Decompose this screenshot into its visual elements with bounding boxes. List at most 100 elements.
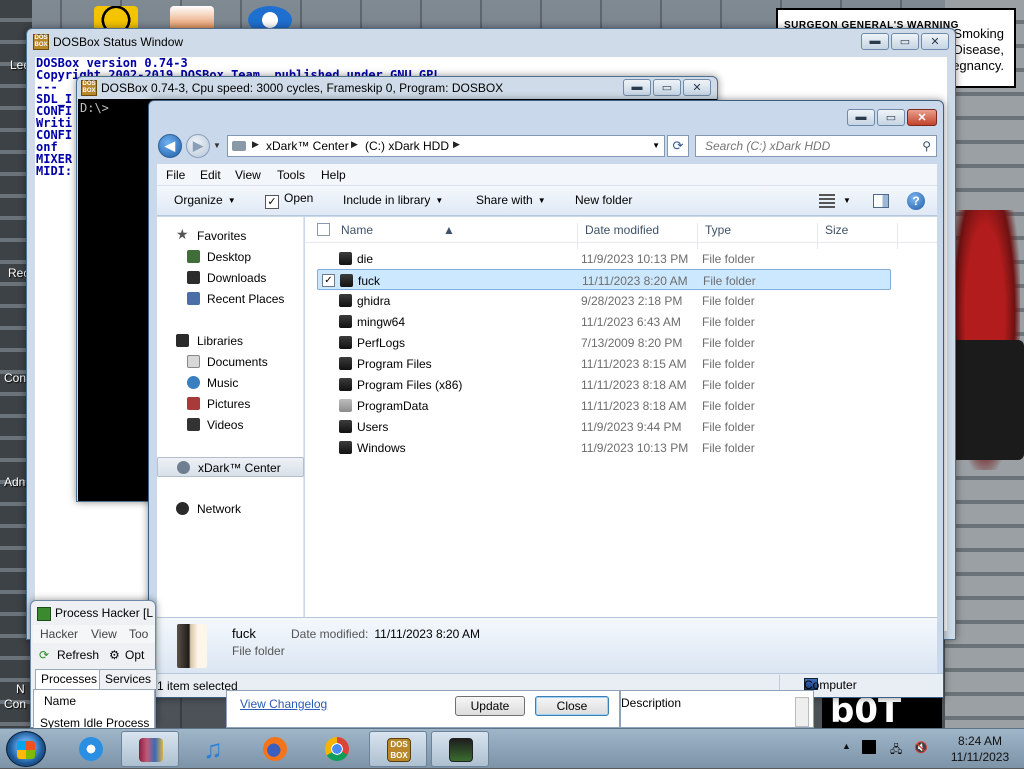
column-name[interactable]: Name (44, 694, 76, 708)
tab-services[interactable]: Services (99, 669, 158, 689)
view-options-icon[interactable] (819, 194, 835, 208)
tray-app-icon[interactable] (862, 740, 876, 754)
dialog-close-button[interactable]: Close (535, 696, 609, 716)
share-with-button[interactable]: Share with ▼ (476, 193, 546, 207)
breadcrumb-xdark-center[interactable]: xDark™ Center (266, 139, 349, 153)
view-options-dropdown[interactable]: ▼ (843, 196, 851, 205)
refresh-button[interactable]: Refresh (57, 648, 99, 662)
window-titlebar[interactable]: ▬ ▭ ✕ (149, 101, 943, 131)
nav-network[interactable]: Network (157, 499, 304, 519)
column-name[interactable]: Name (341, 223, 373, 237)
address-history-dropdown[interactable]: ▼ (652, 141, 660, 150)
column-divider[interactable] (817, 223, 818, 249)
breadcrumb-separator-icon[interactable]: ▶ (252, 139, 259, 150)
update-button[interactable]: Update (455, 696, 525, 716)
menu-hacker[interactable]: Hacker (40, 627, 78, 641)
desktop-label[interactable]: Con (4, 697, 26, 711)
maximize-button[interactable]: ▭ (877, 109, 905, 126)
nav-recent-places[interactable]: Recent Places (157, 289, 304, 309)
column-date-modified[interactable]: Date modified (585, 223, 659, 237)
window-titlebar[interactable]: DOS BOX DOSBox Status Window ▬ ▭ ✕ (27, 29, 955, 57)
include-in-library-button[interactable]: Include in library ▼ (343, 193, 443, 207)
breadcrumb-drive[interactable]: (C:) xDark HDD (365, 139, 449, 153)
view-changelog-link[interactable]: View Changelog (240, 697, 327, 711)
scrollbar[interactable] (795, 697, 809, 727)
search-box[interactable]: ⚲ (695, 135, 937, 157)
search-icon[interactable]: ⚲ (922, 139, 931, 153)
nav-videos[interactable]: Videos (157, 415, 304, 435)
preview-pane-icon[interactable] (873, 194, 889, 208)
back-button[interactable]: ◀ (158, 134, 182, 158)
menu-edit[interactable]: Edit (200, 168, 221, 182)
file-row[interactable]: Program Files 11/11/2023 8:15 AM File fo… (317, 353, 891, 374)
desktop-label[interactable]: Adn (4, 475, 25, 489)
desktop-label[interactable]: Con (4, 371, 26, 385)
file-row[interactable]: ProgramData 11/11/2023 8:18 AM File fold… (317, 395, 891, 416)
nav-documents[interactable]: Documents (157, 352, 304, 372)
clock[interactable]: 8:24 AM 11/11/2023 (944, 733, 1016, 765)
new-folder-button[interactable]: New folder (575, 193, 632, 207)
volume-muted-icon[interactable]: 🔇 (914, 741, 928, 754)
refresh-button[interactable]: ⟳ (667, 135, 689, 157)
process-hacker-window[interactable]: Process Hacker [L Hacker View Too ⟳ Refr… (30, 600, 158, 730)
search-input[interactable] (703, 137, 913, 155)
file-row[interactable]: Users 11/9/2023 9:44 PM File folder (317, 416, 891, 437)
address-field[interactable]: ▶ xDark™ Center ▶ (C:) xDark HDD ▶ ▼ (227, 135, 665, 157)
taskbar-chrome[interactable] (308, 731, 366, 767)
maximize-button[interactable]: ▭ (653, 79, 681, 96)
open-button[interactable]: ✓ Open (265, 191, 313, 209)
explorer-window[interactable]: ▬ ▭ ✕ ◀ ▶ ▼ ▶ xDark™ Center ▶ (C:) xDark… (148, 100, 944, 698)
menu-tools[interactable]: Too (129, 627, 148, 641)
taskbar-dosbox[interactable]: DOS BOX (369, 731, 427, 767)
file-row[interactable]: ghidra 9/28/2023 2:18 PM File folder (317, 290, 891, 311)
file-row[interactable]: PerfLogs 7/13/2009 8:20 PM File folder (317, 332, 891, 353)
desktop-label[interactable]: N (16, 682, 25, 696)
minimize-button[interactable]: ▬ (623, 79, 651, 96)
maximize-button[interactable]: ▭ (891, 33, 919, 50)
nav-favorites[interactable]: ★ Favorites (157, 226, 304, 246)
menu-help[interactable]: Help (321, 168, 346, 182)
network-icon[interactable]: 🖧 (890, 741, 902, 760)
taskbar-process-hacker[interactable] (431, 731, 489, 767)
nav-music[interactable]: Music (157, 373, 304, 393)
menu-tools[interactable]: Tools (277, 168, 305, 182)
file-row-selected[interactable]: ✓ fuck 11/11/2023 8:20 AM File folder (317, 269, 891, 290)
menu-file[interactable]: File (166, 168, 185, 182)
file-row[interactable]: Program Files (x86) 11/11/2023 8:18 AM F… (317, 374, 891, 395)
taskbar-music[interactable]: ♫ (184, 731, 242, 767)
minimize-button[interactable]: ▬ (847, 109, 875, 126)
close-button[interactable]: ✕ (683, 79, 711, 96)
column-description[interactable]: Description (621, 696, 681, 710)
select-all-checkbox[interactable] (317, 223, 330, 236)
taskbar-internet-explorer[interactable] (62, 731, 120, 767)
options-button[interactable]: Opt (125, 648, 144, 662)
column-divider[interactable] (697, 223, 698, 249)
row-checkbox[interactable]: ✓ (322, 274, 335, 287)
breadcrumb-separator-icon[interactable]: ▶ (453, 139, 460, 150)
recent-pages-dropdown[interactable]: ▼ (213, 141, 221, 150)
minimize-button[interactable]: ▬ (861, 33, 889, 50)
column-size[interactable]: Size (825, 223, 848, 237)
column-divider[interactable] (577, 223, 578, 249)
breadcrumb-separator-icon[interactable]: ▶ (351, 139, 358, 150)
file-row[interactable]: mingw64 11/1/2023 6:43 AM File folder (317, 311, 891, 332)
show-hidden-icons-icon[interactable]: ▲ (842, 741, 851, 751)
file-row[interactable]: Windows 11/9/2023 10:13 PM File folder (317, 437, 891, 458)
nav-downloads[interactable]: Downloads (157, 268, 304, 288)
taskbar-firefox[interactable] (246, 731, 304, 767)
taskbar-winrar[interactable] (121, 731, 179, 767)
help-icon[interactable]: ? (907, 192, 925, 210)
nav-pictures[interactable]: Pictures (157, 394, 304, 414)
nav-xdark-center[interactable]: xDark™ Center (157, 457, 304, 477)
close-button[interactable]: ✕ (921, 33, 949, 50)
menu-view[interactable]: View (235, 168, 261, 182)
column-divider[interactable] (897, 223, 898, 249)
nav-desktop[interactable]: Desktop (157, 247, 304, 267)
column-type[interactable]: Type (705, 223, 731, 237)
window-titlebar[interactable]: DOS BOX DOSBox 0.74-3, Cpu speed: 3000 cy… (77, 77, 717, 99)
forward-button[interactable]: ▶ (186, 134, 210, 158)
close-button[interactable]: ✕ (907, 109, 937, 126)
organize-button[interactable]: Organize ▼ (174, 193, 236, 207)
tab-processes[interactable]: Processes (35, 669, 104, 689)
file-row[interactable]: die 11/9/2023 10:13 PM File folder (317, 248, 891, 269)
